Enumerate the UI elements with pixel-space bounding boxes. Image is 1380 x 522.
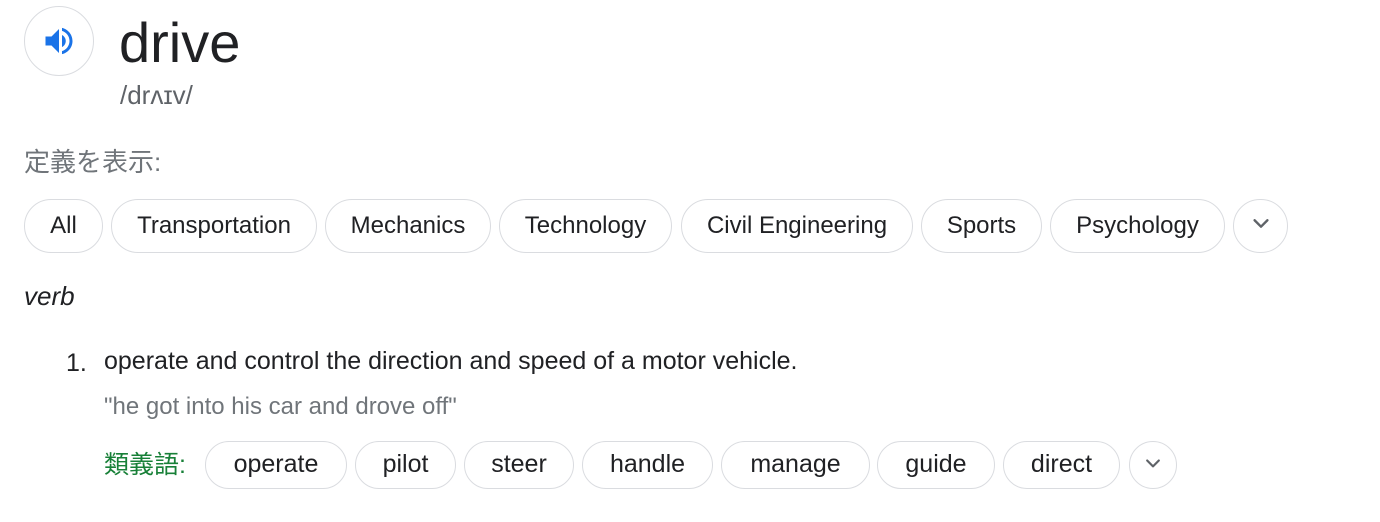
synonym-chip-handle[interactable]: handle (582, 441, 713, 489)
speaker-icon (41, 23, 77, 59)
sense-number: 1. (66, 349, 87, 377)
pronunciation-audio-button[interactable] (24, 6, 94, 76)
phonetic-transcription: /drʌɪv/ (120, 80, 193, 110)
category-chip-sports[interactable]: Sports (921, 199, 1042, 253)
synonym-chip-direct[interactable]: direct (1003, 441, 1120, 489)
usage-example: "he got into his car and drove off" (104, 393, 457, 420)
show-definitions-label: 定義を表示: (24, 147, 162, 177)
synonym-chip-guide[interactable]: guide (877, 441, 995, 489)
category-chip-transportation[interactable]: Transportation (111, 199, 317, 253)
category-chip-mechanics[interactable]: Mechanics (325, 199, 491, 253)
part-of-speech: verb (24, 281, 75, 311)
synonym-chip-pilot[interactable]: pilot (355, 441, 456, 489)
more-synonyms-button[interactable] (1129, 441, 1177, 489)
synonyms-label: 類義語: (104, 451, 186, 479)
chevron-down-icon (1143, 443, 1163, 488)
category-chip-psychology[interactable]: Psychology (1050, 199, 1225, 253)
dictionary-card: drive /drʌɪv/ 定義を表示: All Transportation … (0, 0, 1380, 522)
headword: drive (119, 11, 241, 74)
more-categories-button[interactable] (1233, 199, 1288, 253)
synonym-chip-steer[interactable]: steer (464, 441, 574, 489)
category-chip-all[interactable]: All (24, 199, 103, 253)
chevron-down-icon (1250, 201, 1272, 252)
category-chip-technology[interactable]: Technology (499, 199, 672, 253)
synonym-chip-operate[interactable]: operate (205, 441, 347, 489)
synonym-chip-manage[interactable]: manage (721, 441, 870, 489)
category-chip-civil-engineering[interactable]: Civil Engineering (681, 199, 913, 253)
sense-definition: operate and control the direction and sp… (104, 347, 798, 375)
